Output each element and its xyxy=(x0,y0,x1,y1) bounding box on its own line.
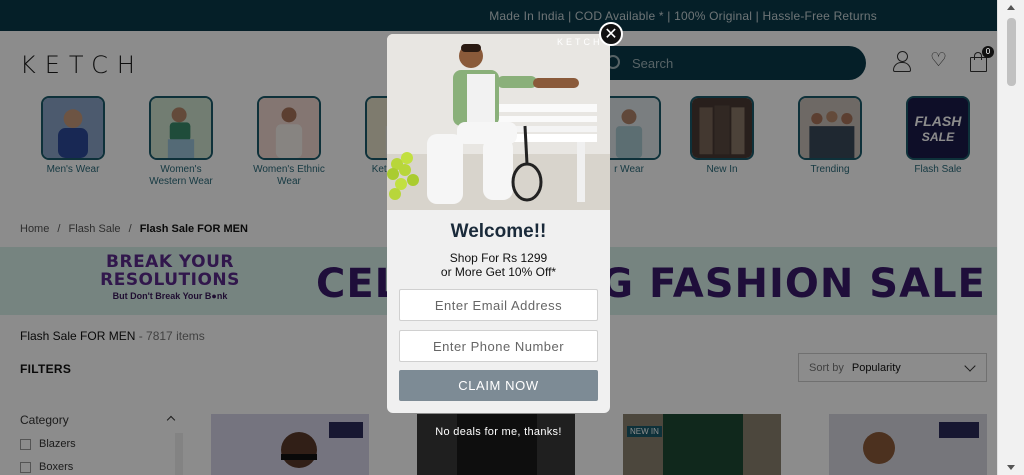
cart-count-badge: 0 xyxy=(982,46,994,58)
email-field[interactable] xyxy=(399,289,598,321)
close-button[interactable]: ✕ xyxy=(599,22,623,46)
scroll-down-arrow[interactable] xyxy=(1007,465,1015,470)
scroll-up-arrow[interactable] xyxy=(1007,5,1015,10)
popup-offer-text: Shop For Rs 1299 or More Get 10% Off* xyxy=(440,251,557,279)
popup-hero-image xyxy=(387,34,610,210)
decline-offer-link[interactable]: No deals for me, thanks! xyxy=(400,426,597,438)
popup-brand: KETCH xyxy=(557,37,603,47)
phone-field[interactable] xyxy=(399,330,598,362)
popup-heading: Welcome!! xyxy=(450,221,547,242)
scroll-thumb[interactable] xyxy=(1007,18,1016,86)
page-scrollbar[interactable] xyxy=(997,0,1024,475)
close-icon: ✕ xyxy=(604,24,618,43)
claim-now-button[interactable]: CLAIM NOW xyxy=(399,370,598,401)
welcome-popup: KETCH ✕ Welcome!! Shop For Rs 1299 or Mo… xyxy=(387,22,623,413)
